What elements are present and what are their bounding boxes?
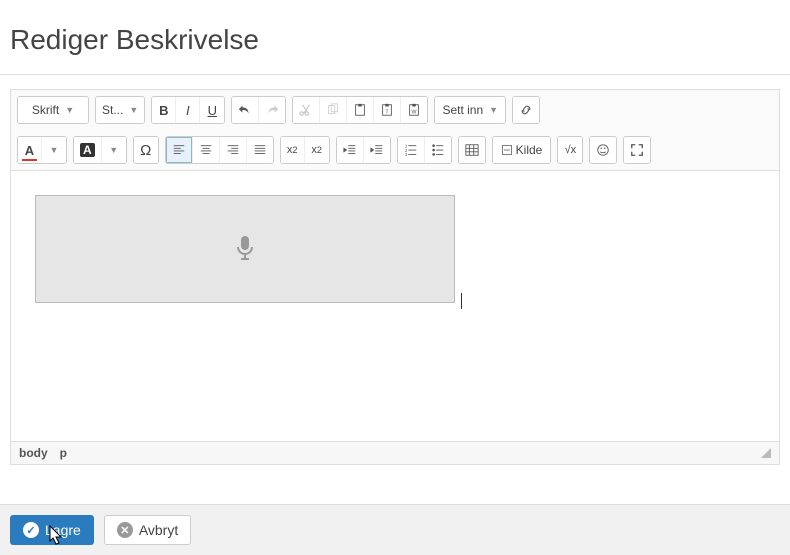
editor-panel: Skrift▼ St...▼ B I U xyxy=(10,89,780,465)
size-select[interactable]: St...▼ xyxy=(96,97,144,123)
divider xyxy=(0,74,790,75)
specialchar-button[interactable]: Ω xyxy=(134,137,158,163)
subscript-button[interactable]: x2 xyxy=(281,137,305,163)
paste-word-button[interactable]: W xyxy=(401,97,427,123)
align-center-icon xyxy=(199,143,213,157)
text-color-button[interactable]: A xyxy=(18,137,42,163)
page-title: Rediger Beskrivelse xyxy=(10,24,780,56)
math-button[interactable]: √x xyxy=(558,137,582,163)
align-left-icon xyxy=(172,143,186,157)
cancel-button[interactable]: ✕ Avbryt xyxy=(104,515,191,545)
microphone-icon xyxy=(234,235,256,263)
bg-color-button[interactable]: A xyxy=(74,137,102,163)
caret-down-icon: ▼ xyxy=(65,105,74,115)
save-button[interactable]: ✓ Lagre xyxy=(10,515,94,545)
svg-text:3: 3 xyxy=(405,152,408,157)
maximize-button[interactable] xyxy=(624,137,650,163)
align-justify-button[interactable] xyxy=(247,137,273,163)
copy-button[interactable] xyxy=(320,97,347,123)
ol-icon: 123 xyxy=(404,143,418,157)
path-p[interactable]: p xyxy=(60,446,67,460)
bold-button[interactable]: B xyxy=(152,97,176,123)
bullet-list-button[interactable] xyxy=(425,137,451,163)
svg-text:T: T xyxy=(386,110,390,116)
check-icon: ✓ xyxy=(23,522,39,538)
italic-button[interactable]: I xyxy=(176,97,200,123)
indent-icon xyxy=(370,143,384,157)
footer: ✓ Lagre ✕ Avbryt xyxy=(0,504,790,555)
table-button[interactable] xyxy=(459,137,485,163)
scissors-icon xyxy=(299,103,313,117)
cut-button[interactable] xyxy=(293,97,320,123)
text-cursor xyxy=(461,293,462,309)
font-select[interactable]: Skrift▼ xyxy=(18,97,88,123)
table-icon xyxy=(465,143,479,157)
status-bar: body p xyxy=(11,441,779,464)
ul-icon xyxy=(431,143,445,157)
paste-button[interactable] xyxy=(347,97,374,123)
caret-down-icon: ▼ xyxy=(489,105,498,115)
undo-icon xyxy=(238,103,252,117)
bg-color-caret[interactable]: ▼ xyxy=(102,137,126,163)
numbered-list-button[interactable]: 123 xyxy=(398,137,425,163)
clipboard-word-icon: W xyxy=(407,103,421,117)
undo-button[interactable] xyxy=(232,97,259,123)
caret-down-icon: ▼ xyxy=(129,105,138,115)
align-justify-icon xyxy=(253,143,267,157)
redo-icon xyxy=(265,103,279,117)
media-placeholder[interactable] xyxy=(35,195,455,303)
source-button[interactable]: Kilde xyxy=(493,137,551,163)
align-right-icon xyxy=(226,143,240,157)
smiley-icon xyxy=(596,143,610,157)
underline-button[interactable]: U xyxy=(200,97,224,123)
svg-text:W: W xyxy=(412,110,417,116)
editor-content-area[interactable] xyxy=(11,171,779,441)
outdent-icon xyxy=(343,143,357,157)
clipboard-icon xyxy=(353,103,367,117)
redo-button[interactable] xyxy=(259,97,285,123)
source-icon xyxy=(501,143,513,157)
insert-select[interactable]: Sett inn▼ xyxy=(435,97,505,123)
text-color-caret[interactable]: ▼ xyxy=(42,137,66,163)
path-body[interactable]: body xyxy=(19,446,48,460)
cancel-icon: ✕ xyxy=(117,522,133,538)
toolbar: Skrift▼ St...▼ B I U xyxy=(11,90,779,171)
superscript-button[interactable]: x2 xyxy=(305,137,329,163)
link-button[interactable] xyxy=(513,97,539,123)
clipboard-text-icon: T xyxy=(380,103,394,117)
copy-icon xyxy=(326,103,340,117)
paste-text-button[interactable]: T xyxy=(374,97,401,123)
link-icon xyxy=(519,103,533,117)
maximize-icon xyxy=(630,143,644,157)
emoji-button[interactable] xyxy=(590,137,616,163)
indent-button[interactable] xyxy=(364,137,390,163)
outdent-button[interactable] xyxy=(337,137,364,163)
resize-handle[interactable] xyxy=(761,448,771,458)
align-left-button[interactable] xyxy=(166,137,193,163)
align-right-button[interactable] xyxy=(220,137,247,163)
align-center-button[interactable] xyxy=(193,137,220,163)
